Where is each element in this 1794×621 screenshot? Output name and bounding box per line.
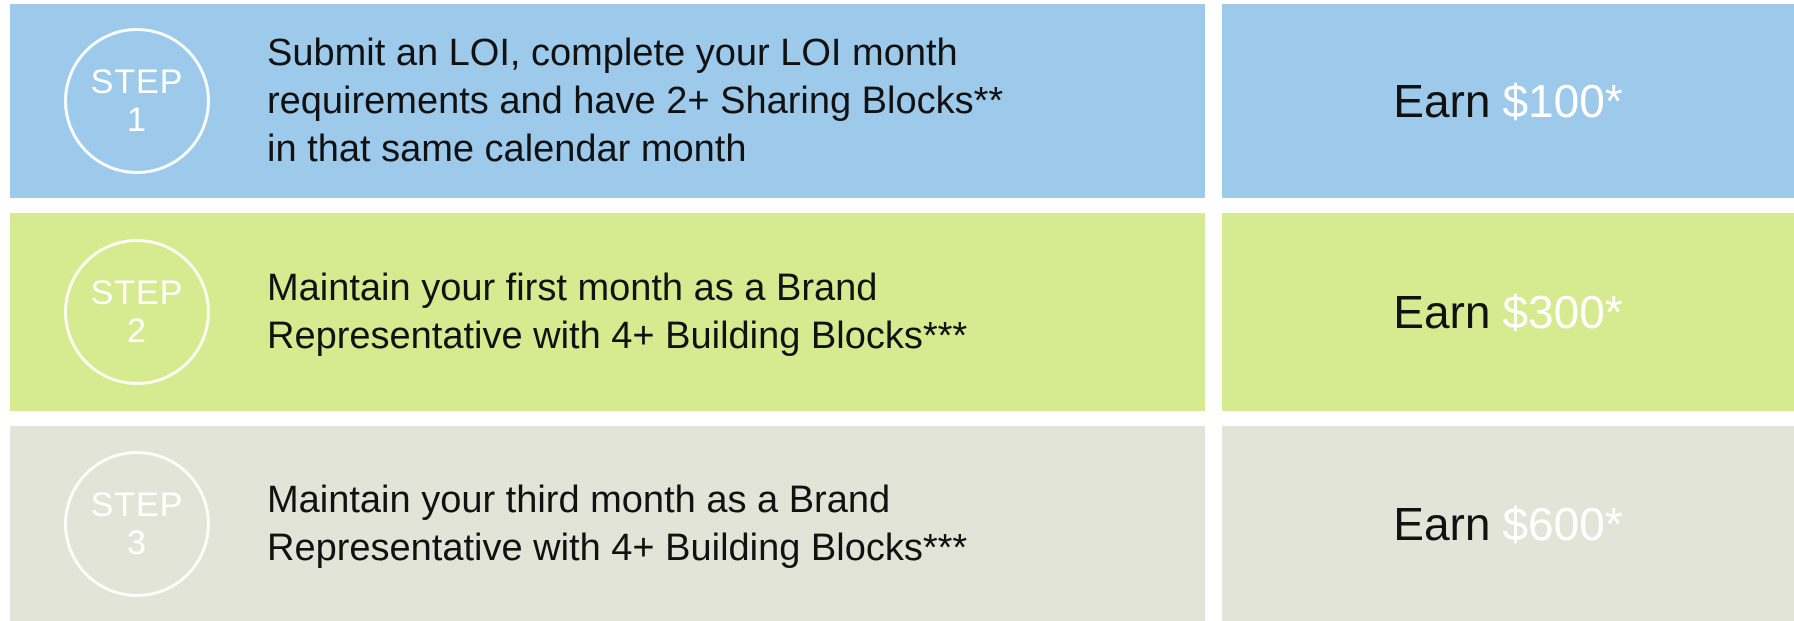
step-2-badge-label: STEP — [90, 274, 184, 312]
step-2-amount: $300* — [1502, 286, 1623, 338]
step-row-2: STEP 2 Maintain your first month as a Br… — [10, 213, 1794, 411]
step-3-earn-label: Earn — [1393, 497, 1491, 550]
steps-list: STEP 1 Submit an LOI, complete your LOI … — [0, 0, 1794, 621]
step-2-description-panel: STEP 2 Maintain your first month as a Br… — [10, 213, 1205, 411]
step-3-reward-panel: Earn $600* — [1222, 426, 1794, 621]
step-3-description: Maintain your third month as a Brand Rep… — [267, 478, 968, 569]
step-1-badge-label: STEP — [90, 63, 184, 101]
step-row-1: STEP 1 Submit an LOI, complete your LOI … — [10, 4, 1794, 198]
step-2-badge-number: 2 — [127, 312, 147, 350]
step-3-badge-label: STEP — [90, 485, 184, 524]
step-2-description: Maintain your first month as a Brand Rep… — [267, 267, 968, 357]
step-1-badge: STEP 1 — [64, 28, 210, 174]
step-1-badge-number: 1 — [127, 101, 147, 139]
step-3-description-panel: STEP 3 Maintain your third month as a Br… — [10, 426, 1205, 621]
step-3-amount: $600* — [1502, 497, 1623, 550]
step-1-earn-label: Earn — [1393, 75, 1491, 127]
step-row-3: STEP 3 Maintain your third month as a Br… — [10, 426, 1794, 621]
step-3-badge: STEP 3 — [64, 450, 210, 597]
step-1-description-panel: STEP 1 Submit an LOI, complete your LOI … — [10, 4, 1205, 198]
step-2-reward-panel: Earn $300* — [1222, 213, 1794, 411]
step-3-badge-number: 3 — [127, 523, 147, 562]
step-2-earn-label: Earn — [1393, 286, 1491, 338]
step-2-badge: STEP 2 — [64, 239, 210, 385]
step-1-amount: $100* — [1502, 75, 1623, 127]
step-1-description: Submit an LOI, complete your LOI month r… — [267, 32, 1004, 170]
step-1-reward-panel: Earn $100* — [1222, 4, 1794, 198]
